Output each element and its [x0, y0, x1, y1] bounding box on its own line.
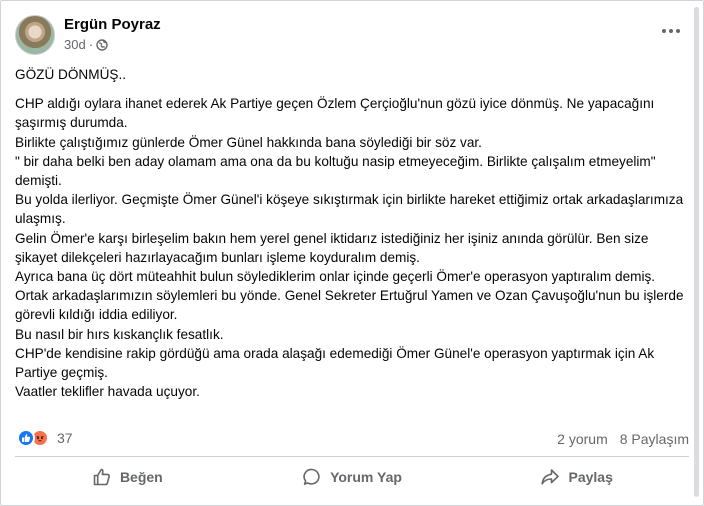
- share-count-link[interactable]: 8 Paylaşım: [620, 431, 689, 447]
- post-heading: GÖZÜ DÖNMÜŞ..: [15, 67, 127, 82]
- post-time[interactable]: 30d: [64, 37, 86, 52]
- post-paragraph: Vaatler teklifler havada uçuyor.: [15, 384, 200, 400]
- post-paragraph: Gelin Ömer'e karşı birleşelim bakın hem …: [15, 230, 649, 265]
- reactions-summary[interactable]: 37: [17, 429, 73, 447]
- dot-icon: [669, 29, 673, 33]
- comment-icon: [302, 467, 322, 487]
- facebook-post: Ergün Poyraz 30d · GÖZÜ DÖNMÜŞ.. CHP ald…: [0, 0, 704, 506]
- reaction-count: 37: [57, 430, 73, 446]
- like-icon: [17, 429, 35, 447]
- like-button[interactable]: Beğen: [15, 459, 240, 495]
- post-paragraph: CHP aldığı oylara ihanet ederek Ak Parti…: [15, 96, 655, 131]
- post-paragraph: CHP'de kendisine rakip gördüğü ama orada…: [15, 345, 655, 381]
- share-icon: [540, 467, 560, 487]
- share-button-label: Paylaş: [568, 469, 613, 485]
- more-options-button[interactable]: [659, 21, 683, 41]
- post-paragraph: Bu yolda ilerliyor. Geçmişte Ömer Günel'…: [15, 192, 684, 227]
- dot-icon: [662, 29, 666, 33]
- scrollbar[interactable]: [694, 7, 699, 497]
- divider: [15, 456, 689, 457]
- post-meta: 30d ·: [64, 37, 108, 52]
- dot-icon: [676, 29, 680, 33]
- comment-button[interactable]: Yorum Yap: [240, 459, 465, 495]
- globe-icon[interactable]: [96, 38, 108, 51]
- post-paragraph: Ortak arkadaşlarımızın söylemleri bu yön…: [15, 288, 684, 323]
- post-paragraph: Birlikte çalıştığımız günlerde Ömer Güne…: [15, 134, 482, 150]
- post-paragraph: Bu nasıl bir hırs kıskançlık fesatlık.: [15, 326, 224, 342]
- author-avatar[interactable]: [15, 15, 55, 55]
- share-button[interactable]: Paylaş: [464, 459, 689, 495]
- like-button-label: Beğen: [119, 469, 163, 485]
- meta-separator: ·: [88, 37, 94, 52]
- engagement-stats: 2 yorum 8 Paylaşım: [557, 431, 689, 447]
- comment-count-link[interactable]: 2 yorum: [557, 431, 608, 447]
- post-paragraph: " bir daha belki ben aday olamam ama ona…: [15, 153, 656, 189]
- author-name[interactable]: Ergün Poyraz: [64, 16, 161, 33]
- post-actions: Beğen Yorum Yap Paylaş: [15, 459, 689, 495]
- thumbs-up-icon: [92, 467, 112, 487]
- post-header: Ergün Poyraz 30d ·: [15, 13, 683, 57]
- comment-button-label: Yorum Yap: [330, 469, 402, 485]
- post-paragraph: Ayrıca bana üç dört müteahhit bulun söyl…: [15, 269, 656, 285]
- post-body: GÖZÜ DÖNMÜŞ.. CHP aldığı oylara ihanet e…: [15, 65, 691, 401]
